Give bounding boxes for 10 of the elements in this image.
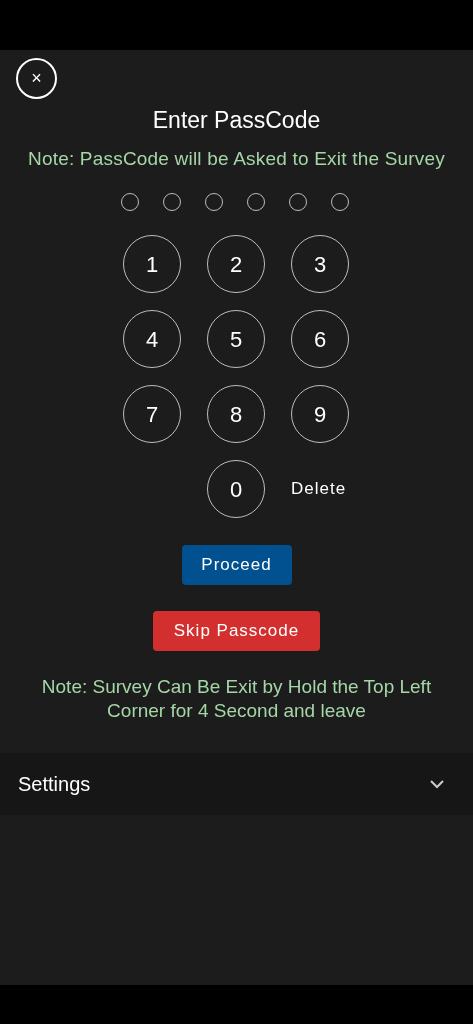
dialog-title: Enter PassCode [151,106,322,135]
chevron-down-icon[interactable] [429,779,445,789]
delete-button[interactable]: Delete [291,476,349,502]
note-text: Note: PassCode will be Asked to Exit the Survey [26,147,446,171]
close-button[interactable]: × [16,58,57,99]
proceed-button[interactable]: Proceed [181,545,292,585]
skip-passcode-button[interactable]: Skip Passcode [153,611,320,651]
settings-label: Settings [18,772,91,797]
settings-panel[interactable]: Settings [0,753,473,815]
exit-note: Note: Survey Can Be Exit by Hold the Top Left Corner for 4 Second and leave [40,675,433,723]
